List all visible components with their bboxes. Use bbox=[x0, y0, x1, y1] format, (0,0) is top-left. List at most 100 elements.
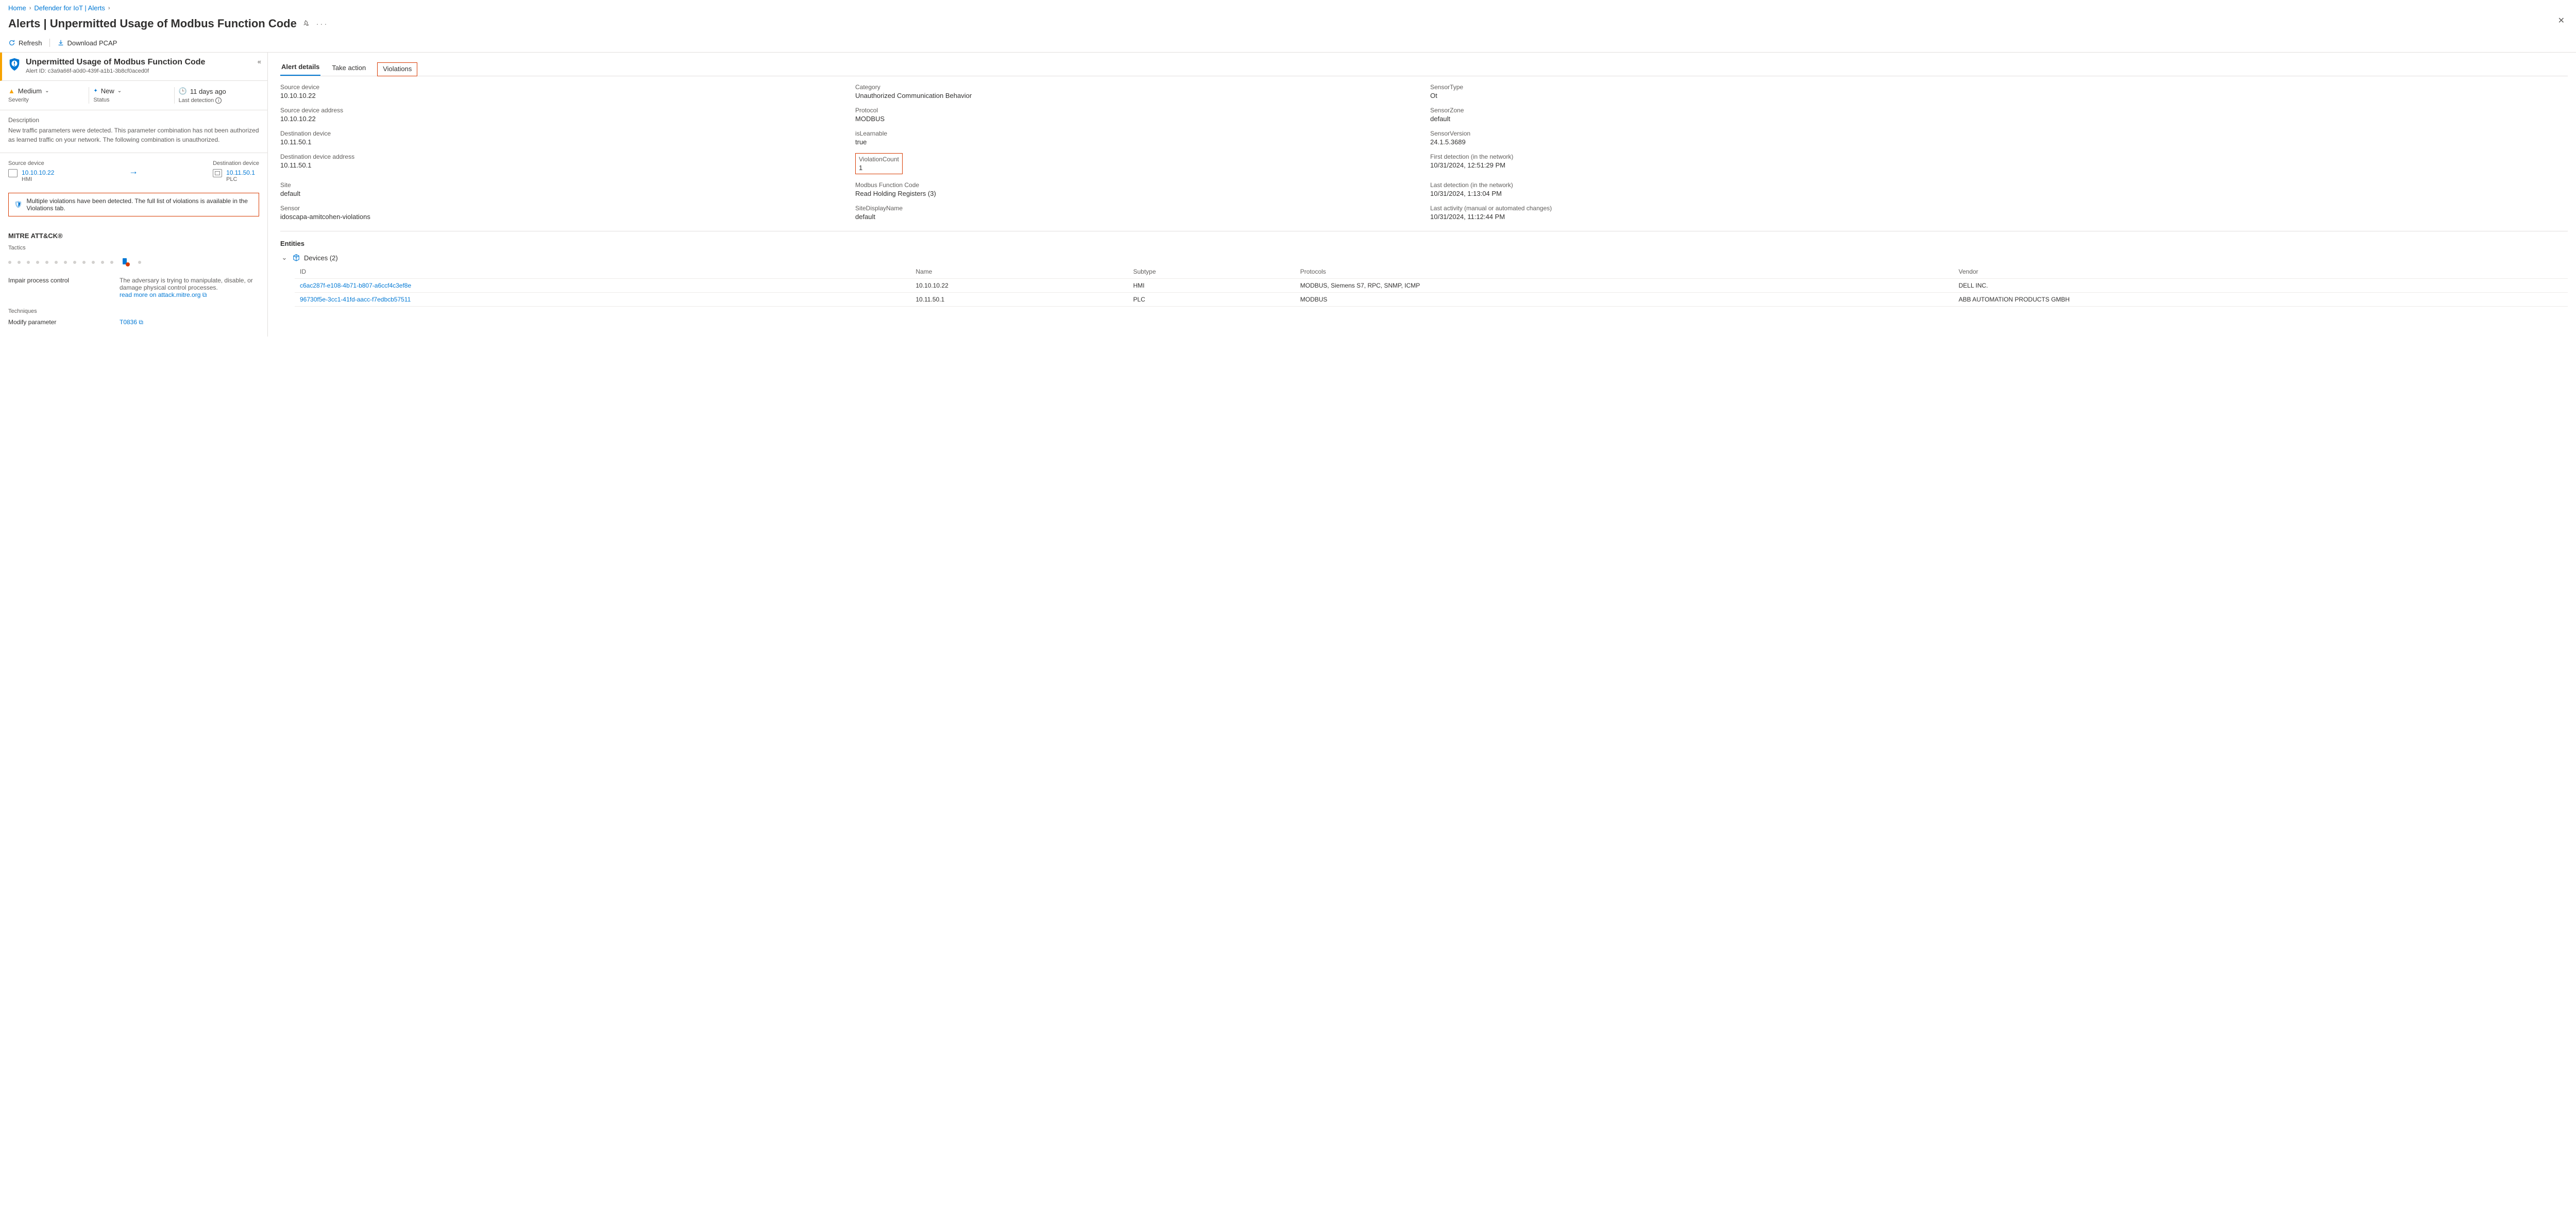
detail-value: 10/31/2024, 11:12:44 PM bbox=[1430, 213, 1993, 221]
tab-take-action[interactable]: Take action bbox=[331, 61, 367, 76]
detail-value: Read Holding Registers (3) bbox=[855, 190, 1418, 197]
mitre-section: MITRE ATT&CK® Tactics Impair process con… bbox=[0, 225, 267, 337]
detail-value: MODBUS bbox=[855, 115, 1418, 123]
tab-alert-details[interactable]: Alert details bbox=[280, 60, 320, 76]
source-device-type: HMI bbox=[22, 176, 54, 182]
detail-value: 10.11.50.1 bbox=[280, 161, 843, 169]
detail-cell bbox=[2005, 153, 2568, 174]
status-label: Status bbox=[93, 97, 163, 103]
detail-cell: SensorTypeOt bbox=[1430, 83, 1993, 99]
hmi-device-icon bbox=[8, 169, 18, 177]
severity-value[interactable]: Medium bbox=[18, 87, 42, 95]
detail-key: Destination device bbox=[280, 130, 843, 137]
detail-value: default bbox=[1430, 115, 1993, 123]
download-pcap-button[interactable]: Download PCAP bbox=[57, 39, 117, 47]
entity-name: 10.11.50.1 bbox=[910, 293, 1128, 307]
detail-cell: SensorVersion24.1.5.3689 bbox=[1430, 130, 1993, 146]
detail-cell: First detection (in the network)10/31/20… bbox=[1430, 153, 1993, 174]
detail-key: SensorVersion bbox=[1430, 130, 1993, 137]
entities-table: ID Name Subtype Protocols Vendor c6ac287… bbox=[295, 265, 2568, 307]
description-section: Description New traffic parameters were … bbox=[0, 110, 267, 153]
alert-name: Unpermitted Usage of Modbus Function Cod… bbox=[26, 58, 205, 67]
tactics-dots bbox=[8, 256, 259, 269]
technique-id-link[interactable]: T0836 ⧉ bbox=[120, 319, 143, 326]
mitre-read-more-link[interactable]: read more on attack.mitre.org ⧉ bbox=[120, 291, 207, 298]
shield-icon bbox=[8, 58, 21, 71]
close-icon[interactable]: ✕ bbox=[2558, 15, 2565, 26]
detail-key: ViolationCount bbox=[859, 156, 899, 163]
table-row[interactable]: 96730f5e-3cc1-41fd-aacc-f7edbcb57511 10.1… bbox=[295, 293, 2568, 307]
tactics-label: Tactics bbox=[8, 245, 259, 251]
detail-key: SensorZone bbox=[1430, 107, 1993, 114]
collapse-panel-icon[interactable]: « bbox=[258, 58, 261, 65]
detail-key: Source device bbox=[280, 83, 843, 91]
detail-value: 10.10.10.22 bbox=[280, 115, 843, 123]
detail-cell: Sensoridoscapa-amitcohen-violations bbox=[280, 205, 843, 221]
tactic-dot bbox=[27, 261, 30, 264]
status-value[interactable]: New bbox=[101, 87, 114, 95]
entity-id-link[interactable]: 96730f5e-3cc1-41fd-aacc-f7edbcb57511 bbox=[300, 296, 411, 303]
detail-key: Last activity (manual or automated chang… bbox=[1430, 205, 1993, 212]
more-icon[interactable]: · · · bbox=[316, 20, 327, 28]
tactic-dot bbox=[101, 261, 104, 264]
detail-cell bbox=[2005, 205, 2568, 221]
alert-summary-panel: Unpermitted Usage of Modbus Function Cod… bbox=[0, 53, 268, 337]
last-detection-value: 11 days ago bbox=[190, 88, 226, 95]
entity-protocols: MODBUS bbox=[1295, 293, 1954, 307]
table-row[interactable]: c6ac287f-e108-4b71-b807-a6ccf4c3ef8e10.1… bbox=[295, 279, 2568, 293]
chevron-down-icon[interactable]: ⌄ bbox=[45, 88, 49, 94]
download-icon bbox=[57, 39, 64, 46]
tactic-dot bbox=[73, 261, 76, 264]
clock-icon: 🕒 bbox=[179, 87, 187, 95]
destination-device-type: PLC bbox=[226, 176, 255, 182]
detail-value: 10/31/2024, 1:13:04 PM bbox=[1430, 190, 1993, 197]
devices-section: Source device 10.10.10.22 HMI → Destinat… bbox=[0, 153, 267, 188]
warning-icon: ▲ bbox=[8, 87, 15, 95]
mitre-heading: MITRE ATT&CK® bbox=[8, 232, 259, 240]
tab-violations[interactable]: Violations bbox=[383, 65, 412, 73]
detail-value: Ot bbox=[1430, 92, 1993, 99]
detail-key: Last detection (in the network) bbox=[1430, 181, 1993, 189]
arrow-right-icon: → bbox=[129, 166, 138, 177]
detail-key: Category bbox=[855, 83, 1418, 91]
col-id[interactable]: ID bbox=[295, 265, 910, 279]
col-protocols[interactable]: Protocols bbox=[1295, 265, 1954, 279]
sparkle-icon: ✦ bbox=[93, 88, 97, 94]
detail-value: true bbox=[855, 138, 1418, 146]
tactic-dot bbox=[45, 261, 48, 264]
detail-cell: Last activity (manual or automated chang… bbox=[1430, 205, 1993, 221]
toolbar-separator bbox=[49, 39, 50, 47]
detail-value: 24.1.5.3689 bbox=[1430, 138, 1993, 146]
alert-id: Alert ID: c3a9a66f-a0d0-439f-a1b1-3b8cf0… bbox=[26, 68, 205, 74]
source-device-ip[interactable]: 10.10.10.22 bbox=[22, 169, 54, 176]
tactic-active-icon[interactable] bbox=[120, 256, 132, 269]
destination-device-label: Destination device bbox=[213, 160, 259, 166]
entity-id-link[interactable]: c6ac287f-e108-4b71-b807-a6ccf4c3ef8e bbox=[300, 282, 411, 289]
col-subtype[interactable]: Subtype bbox=[1128, 265, 1295, 279]
detail-key: isLearnable bbox=[855, 130, 1418, 137]
col-name[interactable]: Name bbox=[910, 265, 1128, 279]
pin-icon[interactable] bbox=[303, 20, 310, 27]
destination-device-ip[interactable]: 10.11.50.1 bbox=[226, 169, 255, 176]
tactic-dot bbox=[64, 261, 67, 264]
breadcrumb-home[interactable]: Home bbox=[8, 4, 26, 12]
detail-cell bbox=[2005, 181, 2568, 197]
breadcrumb-defender[interactable]: Defender for IoT | Alerts bbox=[34, 4, 105, 12]
entity-subtype: HMI bbox=[1128, 279, 1295, 293]
detail-tabs: Alert details Take action Violations bbox=[280, 60, 2568, 76]
info-icon[interactable]: i bbox=[215, 97, 222, 104]
last-detection-label: Last detection bbox=[179, 97, 214, 104]
col-vendor[interactable]: Vendor bbox=[1954, 265, 2568, 279]
breadcrumb: Home › Defender for IoT | Alerts › bbox=[0, 0, 2576, 16]
tactic-dot bbox=[82, 261, 86, 264]
chevron-right-icon: › bbox=[108, 5, 110, 11]
chevron-down-icon[interactable]: ⌄ bbox=[280, 254, 289, 262]
refresh-button[interactable]: Refresh bbox=[8, 39, 42, 47]
chevron-down-icon[interactable]: ⌄ bbox=[117, 88, 122, 94]
shield-small-icon: 🛡 bbox=[14, 200, 23, 209]
detail-value: default bbox=[855, 213, 1418, 221]
detail-cell: Last detection (in the network)10/31/202… bbox=[1430, 181, 1993, 197]
entities-section: Entities ⌄ Devices (2) ID Name Subtype P… bbox=[280, 240, 2568, 307]
detail-cell: Sitedefault bbox=[280, 181, 843, 197]
detail-cell: ProtocolMODBUS bbox=[855, 107, 1418, 123]
